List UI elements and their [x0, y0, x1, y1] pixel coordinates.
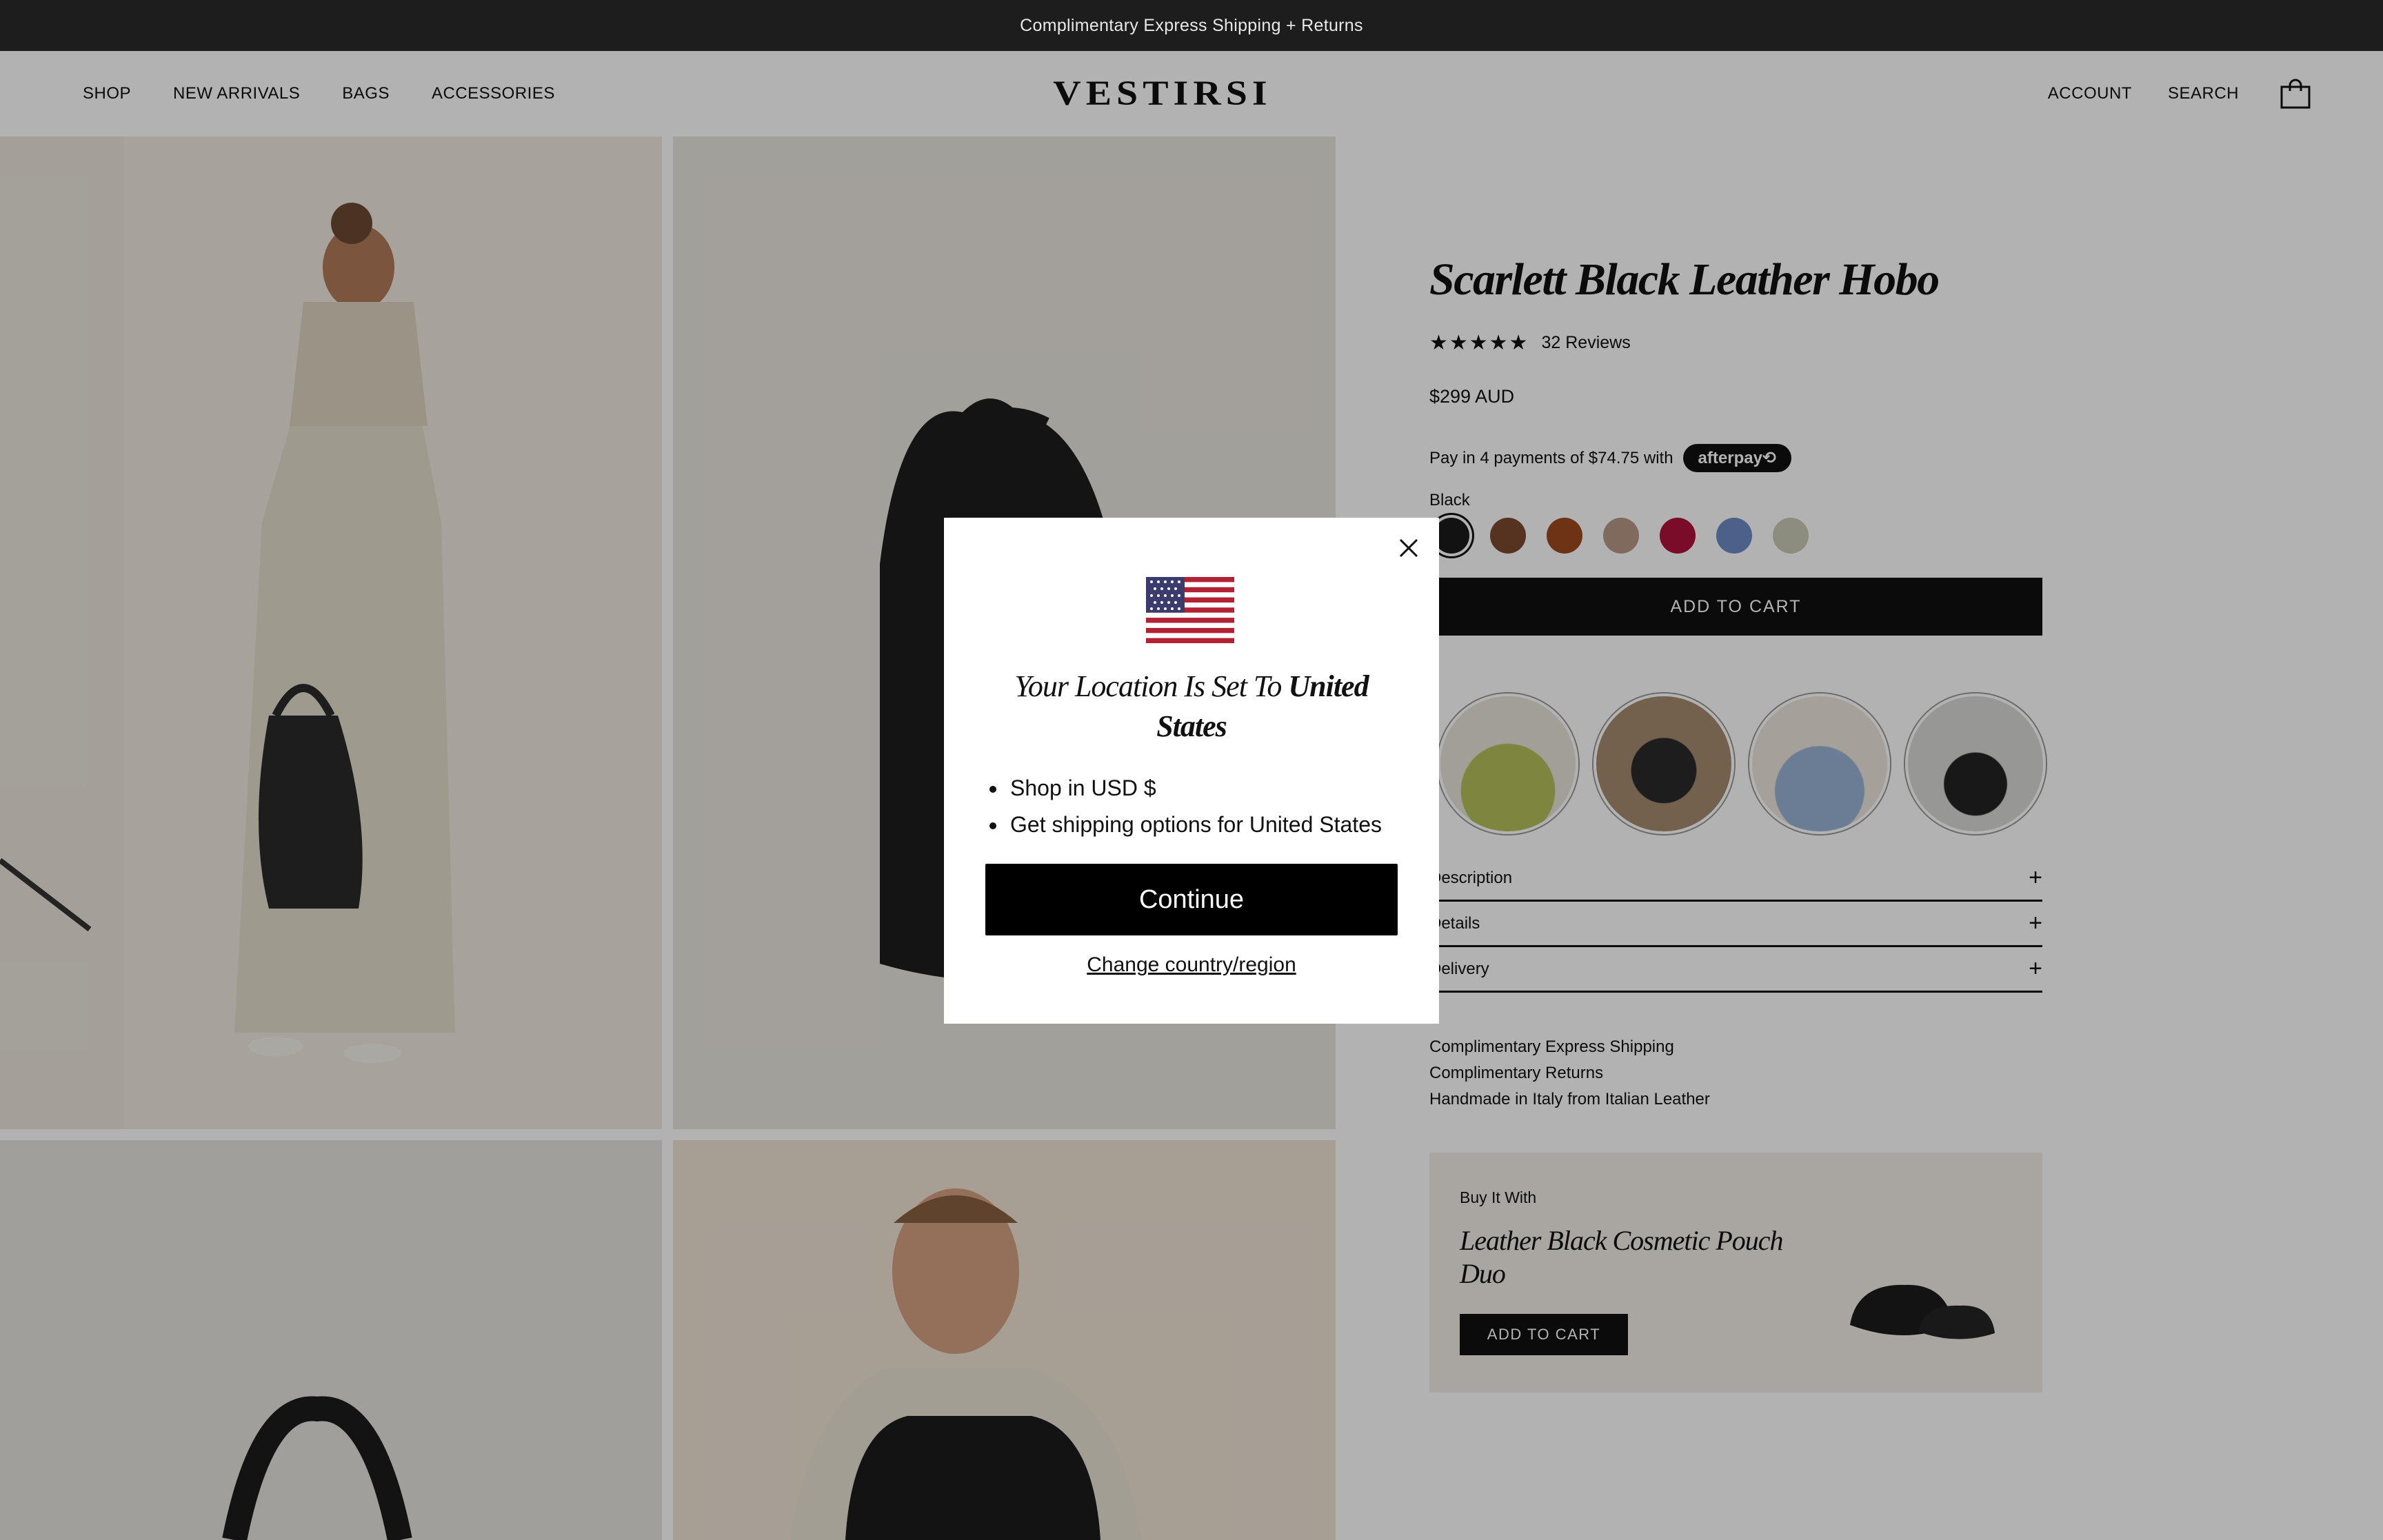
change-country-link[interactable]: Change country/region	[944, 953, 1439, 977]
modal-title-prefix: Your Location Is Set To	[1014, 669, 1289, 703]
modal-title: Your Location Is Set To United States	[985, 667, 1398, 747]
announcement-text: Complimentary Express Shipping + Returns	[1020, 15, 1363, 35]
us-flag-icon	[1146, 577, 1234, 643]
close-icon[interactable]	[1392, 531, 1425, 565]
location-modal: Your Location Is Set To United States Sh…	[944, 518, 1439, 1024]
announcement-bar: Complimentary Express Shipping + Returns	[0, 0, 2383, 51]
modal-bullet-shipping: Get shipping options for United States	[1007, 807, 1382, 843]
modal-benefits-list: Shop in USD $ Get shipping options for U…	[1007, 770, 1382, 843]
continue-button[interactable]: Continue	[985, 864, 1398, 935]
modal-bullet-currency: Shop in USD $	[1007, 770, 1382, 807]
